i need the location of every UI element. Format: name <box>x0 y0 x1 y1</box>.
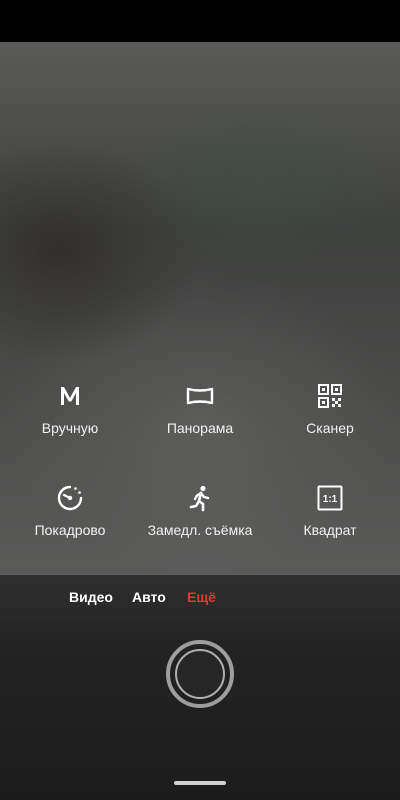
mode-manual[interactable]: Вручную <box>0 382 140 452</box>
mode-label-scanner: Сканер <box>306 420 354 436</box>
tab-auto[interactable]: Авто <box>132 589 166 605</box>
panorama-icon <box>186 382 214 410</box>
shutter-button-inner <box>175 649 225 699</box>
qr-code-icon <box>316 382 344 410</box>
mode-tabs: Видео Авто Ещё <box>0 589 400 611</box>
shutter-button[interactable] <box>166 640 234 708</box>
square-ratio-text: 1:1 <box>323 494 338 505</box>
m-letter-icon <box>56 382 84 410</box>
mode-label-panorama: Панорама <box>166 420 234 436</box>
camera-controls-panel: Видео Авто Ещё <box>0 575 400 800</box>
mode-scanner[interactable]: Сканер <box>260 382 400 452</box>
mode-label-square: Квадрат <box>303 522 357 538</box>
mode-timelapse[interactable]: Покадрово <box>0 484 140 554</box>
tab-video[interactable]: Видео <box>69 589 113 605</box>
mode-panorama[interactable]: Панорама <box>130 382 270 452</box>
home-indicator[interactable] <box>174 781 226 785</box>
mode-label-slowmo: Замедл. съёмка <box>147 522 253 538</box>
mode-square[interactable]: 1:1 Квадрат <box>260 484 400 554</box>
top-status-bar <box>0 0 400 42</box>
more-modes-grid: Вручную Панорама Сканер Покадрово Замедл… <box>0 42 400 575</box>
camera-viewfinder[interactable]: Вручную Панорама Сканер Покадрово Замедл… <box>0 42 400 575</box>
square-ratio-icon: 1:1 <box>316 484 344 512</box>
running-person-icon <box>186 484 214 512</box>
mode-label-timelapse: Покадрово <box>34 522 106 538</box>
timelapse-icon <box>56 484 84 512</box>
tab-more[interactable]: Ещё <box>187 589 216 605</box>
mode-slowmo[interactable]: Замедл. съёмка <box>130 484 270 554</box>
mode-label-manual: Вручную <box>41 420 99 436</box>
